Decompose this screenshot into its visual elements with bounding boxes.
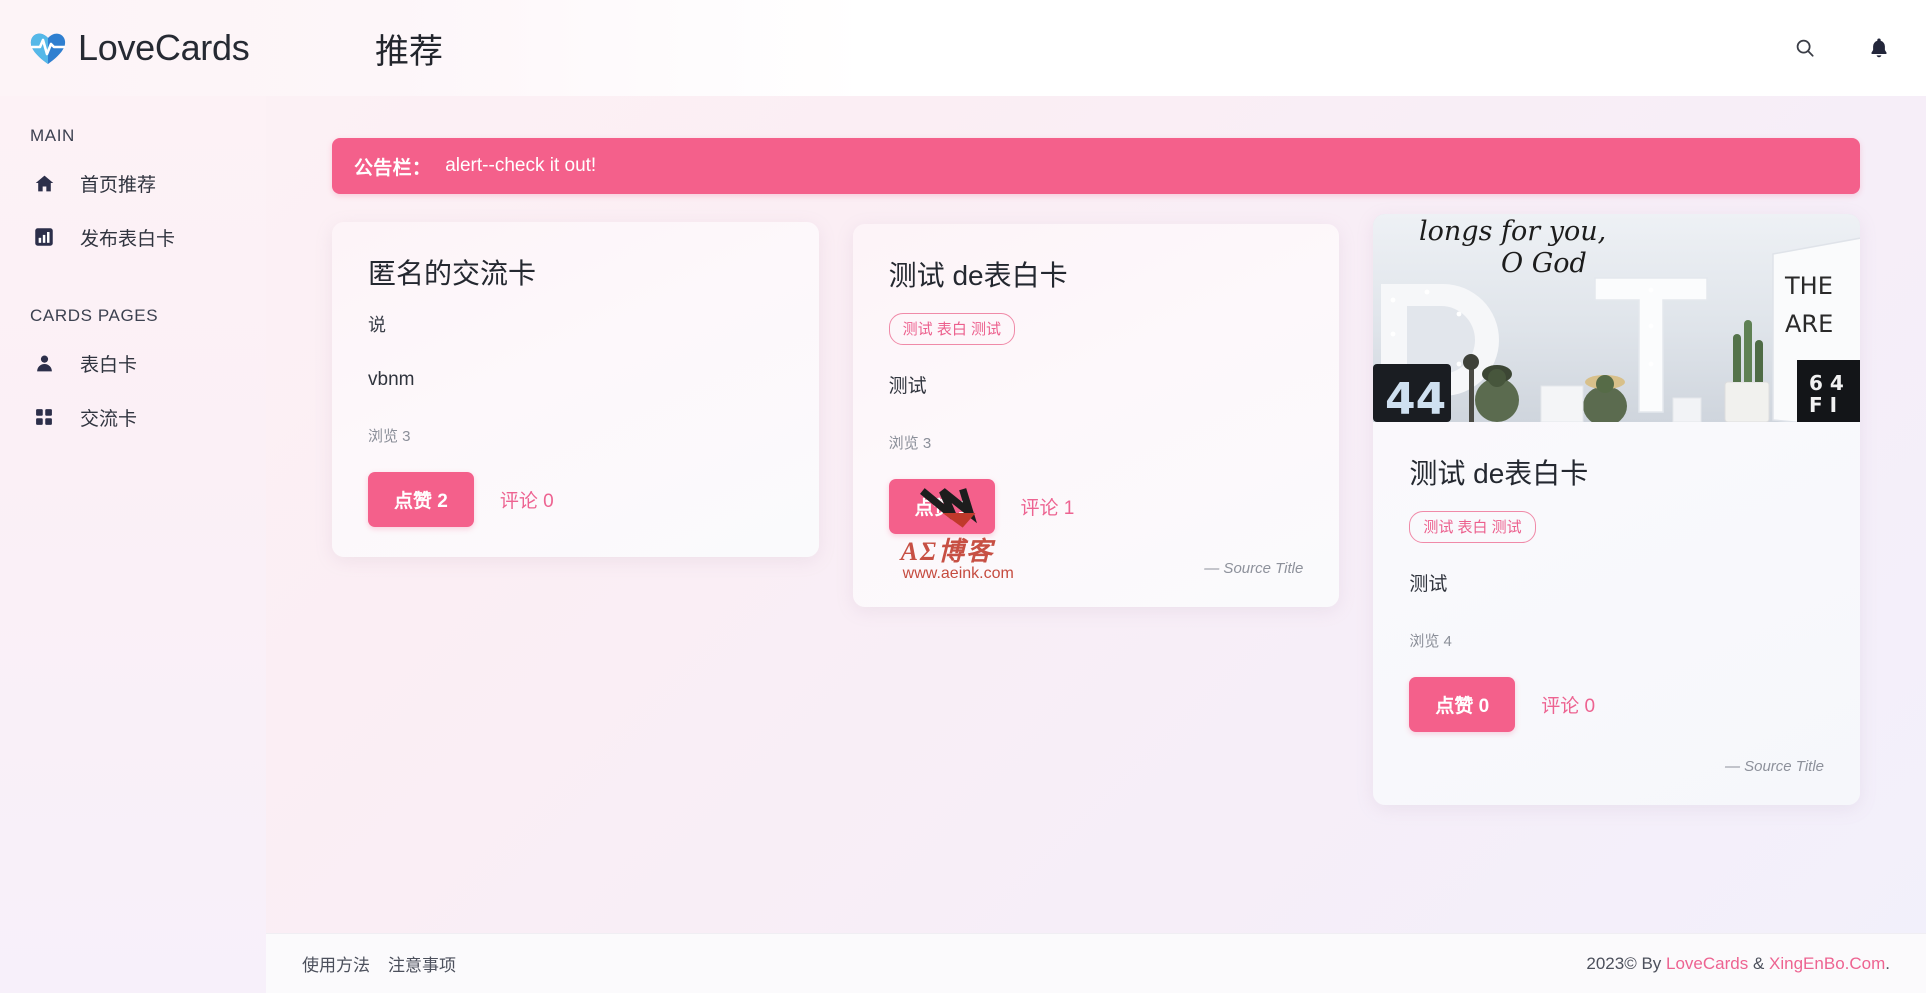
svg-text:F I: F I — [1809, 393, 1837, 417]
sidebar-item-label: 表白卡 — [80, 354, 138, 376]
card-body: 测试 de表白卡 测试 表白 测试 测试 浏览 3 点赞 1 评论 1 AΣ博客… — [853, 224, 1340, 607]
svg-text:ARE: ARE — [1785, 310, 1833, 338]
home-icon — [32, 171, 56, 195]
footer-links: 使用方法 注意事项 — [302, 951, 456, 976]
card-body: 匿名的交流卡 说 vbnm 浏览 3 点赞 2 评论 0 — [332, 222, 819, 557]
svg-text:O God: O God — [1501, 248, 1587, 279]
app-root: LoveCards 推荐 MAIN 首页推荐 发布表白卡 CARDS PAGES… — [0, 0, 1926, 993]
sidebar-item-exchange-card[interactable]: 交流卡 — [0, 390, 266, 444]
brand-name: LoveCards — [78, 27, 250, 68]
card-item[interactable]: 测试 de表白卡 测试 表白 测试 测试 浏览 3 点赞 1 评论 1 AΣ博客… — [852, 224, 1340, 607]
card-actions: 点赞 0 评论 0 — [1409, 677, 1824, 732]
sidebar-item-love-card[interactable]: 表白卡 — [0, 336, 266, 390]
card-item[interactable]: longs for you, O God THE ARE 44 6 4 F I … — [1373, 214, 1861, 805]
card-views: 浏览 4 — [1409, 633, 1452, 650]
copyright-prefix: 2023© By — [1586, 953, 1667, 973]
copyright-amp: & — [1748, 953, 1770, 973]
comment-link[interactable]: 评论 0 — [1541, 691, 1595, 718]
footer: 使用方法 注意事项 2023© By LoveCards & XingEnBo.… — [266, 933, 1926, 993]
user-icon — [32, 351, 56, 375]
card-source: — Source Title — [1204, 560, 1304, 577]
footer-link-notes[interactable]: 注意事项 — [388, 951, 456, 976]
sidebar-item-label: 发布表白卡 — [80, 228, 176, 250]
card-actions: 点赞 1 评论 1 AΣ博客 www.aeink.com — [888, 479, 1304, 582]
bar-chart-icon — [32, 225, 56, 249]
content-panel: 公告栏： alert--check it out! 匿名的交流卡 说 vbnm … — [266, 80, 1926, 940]
like-button[interactable]: 点赞 2 — [368, 472, 474, 527]
sidebar-item-home[interactable]: 首页推荐 — [0, 156, 266, 210]
sidebar-item-label: 交流卡 — [80, 408, 138, 430]
card-subtitle: 说 — [368, 315, 386, 335]
copyright-link-lovecards[interactable]: LoveCards — [1666, 954, 1748, 973]
card-text: 测试 — [888, 376, 927, 397]
copyright-suffix: . — [1885, 953, 1890, 973]
card-title: 测试 de表白卡 — [888, 260, 1068, 291]
card-text: vbnm — [368, 369, 415, 390]
top-bar-actions — [1788, 31, 1926, 65]
card-views: 浏览 3 — [888, 435, 932, 452]
sidebar-item-publish-card[interactable]: 发布表白卡 — [0, 210, 266, 264]
comment-link[interactable]: 评论 1 — [1021, 493, 1075, 520]
main-content: 公告栏： alert--check it out! 匿名的交流卡 说 vbnm … — [266, 96, 1926, 993]
card-text: 测试 — [1409, 574, 1448, 595]
card-source: — Source Title — [1724, 758, 1825, 775]
cards-grid: 匿名的交流卡 说 vbnm 浏览 3 点赞 2 评论 0 测试 de表白卡 测试… — [332, 214, 1861, 805]
announcement-text: alert--check it out! — [445, 155, 597, 176]
card-title: 测试 de表白卡 — [1409, 458, 1589, 489]
copyright-link-xingenbo[interactable]: XingEnBo.Com — [1769, 954, 1885, 973]
footer-copyright: 2023© By LoveCards & XingEnBo.Com. — [1586, 954, 1890, 974]
brand[interactable]: LoveCards — [0, 27, 325, 69]
svg-text:44: 44 — [1385, 374, 1446, 422]
sidebar: MAIN 首页推荐 发布表白卡 CARDS PAGES 表白卡 交流卡 — [0, 96, 266, 993]
page-title: 推荐 — [375, 32, 443, 71]
footer-link-usage[interactable]: 使用方法 — [302, 951, 370, 976]
announcement-label: 公告栏： — [354, 157, 432, 179]
card-views: 浏览 3 — [368, 428, 411, 445]
card-photo: longs for you, O God THE ARE 44 6 4 F I — [1373, 214, 1861, 422]
card-item[interactable]: 匿名的交流卡 说 vbnm 浏览 3 点赞 2 评论 0 — [332, 222, 819, 557]
sidebar-item-label: 首页推荐 — [80, 174, 157, 196]
comment-link[interactable]: 评论 0 — [500, 486, 554, 513]
card-tag[interactable]: 测试 表白 测试 — [1409, 511, 1536, 543]
top-bar: LoveCards 推荐 — [0, 0, 1926, 96]
search-icon[interactable] — [1788, 31, 1822, 65]
grid-icon — [32, 405, 56, 429]
svg-text:6 4: 6 4 — [1809, 371, 1844, 395]
sidebar-section-cards-pages: CARDS PAGES — [30, 306, 159, 325]
svg-text:longs for you,: longs for you, — [1419, 216, 1606, 247]
card-title: 匿名的交流卡 — [368, 258, 537, 289]
svg-text:THE: THE — [1784, 272, 1833, 300]
sidebar-section-main: MAIN — [30, 126, 75, 145]
heartbeat-heart-icon — [28, 28, 68, 68]
bell-icon[interactable] — [1862, 31, 1896, 65]
card-body: 测试 de表白卡 测试 表白 测试 测试 浏览 4 点赞 0 评论 0 — So… — [1373, 422, 1860, 805]
like-button[interactable]: 点赞 0 — [1409, 677, 1516, 732]
card-tag[interactable]: 测试 表白 测试 — [888, 313, 1016, 345]
announcement-banner: 公告栏： alert--check it out! — [332, 138, 1860, 194]
like-button[interactable]: 点赞 1 — [888, 479, 995, 534]
card-actions: 点赞 2 评论 0 — [368, 472, 783, 527]
